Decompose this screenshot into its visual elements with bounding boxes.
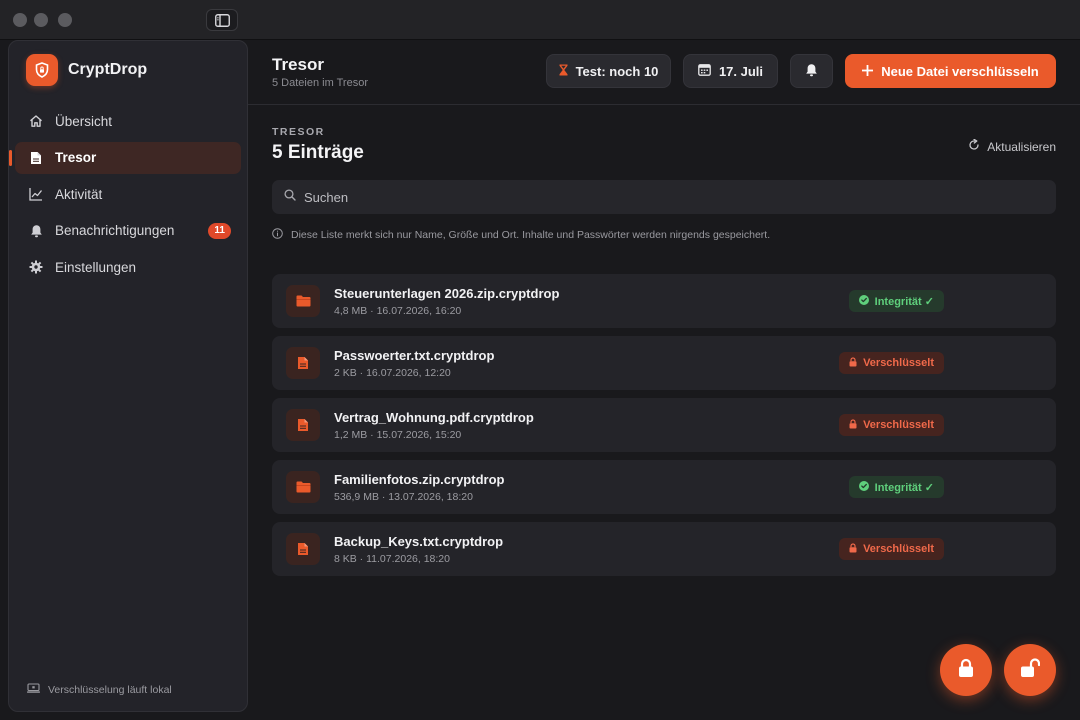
sidebar-item-label: Übersicht — [55, 113, 113, 129]
sidebar-toggle-icon — [215, 14, 230, 27]
lock-icon — [849, 356, 857, 370]
app-name: CryptDrop — [68, 61, 148, 78]
file-meta: 8 KB · 11.07.2026, 18:20 — [334, 553, 450, 565]
encrypted-status-badge: Verschlüsselt — [839, 352, 944, 374]
check-badge-icon — [858, 294, 869, 308]
file-row[interactable]: Steuerunterlagen 2026.zip.cryptdrop 4,8 … — [272, 274, 1056, 328]
sidebar-nav: Übersicht Tresor Aktivität Benachrichtig… — [9, 105, 241, 288]
local-encryption-note: Verschlüsselung läuft lokal — [48, 683, 172, 696]
sidebar-item-label: Einstellungen — [55, 259, 137, 275]
file-icon — [286, 533, 320, 565]
bell-icon — [29, 224, 43, 238]
sidebar-item-tresor[interactable]: Tresor — [9, 141, 241, 174]
notifications-button[interactable] — [790, 54, 833, 88]
lock-fab-button[interactable] — [940, 644, 992, 696]
sidebar-item-label: Benachrichtigungen — [55, 223, 175, 238]
sidebar-toggle-button[interactable] — [206, 9, 238, 31]
status-label: Integrität ✓ — [874, 481, 934, 494]
search-icon — [284, 188, 296, 206]
gear-icon — [29, 260, 43, 274]
search-bar[interactable] — [272, 180, 1056, 214]
file-icon — [286, 347, 320, 379]
refresh-icon — [968, 138, 980, 154]
file-name: Vertrag_Wohnung.pdf.cryptdrop — [334, 410, 534, 425]
section-label: TRESOR — [272, 126, 325, 138]
hourglass-icon — [559, 64, 568, 79]
chart-icon — [29, 187, 43, 201]
lock-icon — [849, 418, 857, 432]
encrypted-status-badge: Verschlüsselt — [839, 538, 944, 560]
file-meta: 1,2 MB · 15.07.2026, 15:20 — [334, 429, 462, 441]
trial-status-label: Test: noch 10 — [575, 63, 659, 79]
sidebar-item-benachrichtigungen[interactable]: Benachrichtigungen 11 — [15, 215, 241, 247]
shield-logo-icon — [26, 54, 58, 86]
unlock-fab-button[interactable] — [1004, 644, 1056, 696]
status-label: Verschlüsselt — [863, 543, 934, 555]
app-window: CryptDrop Übersicht Tresor Aktivität Ben… — [0, 0, 1080, 720]
bell-icon — [805, 63, 818, 80]
file-row[interactable]: Familienfotos.zip.cryptdrop 536,9 MB · 1… — [272, 460, 1056, 514]
title-bar — [0, 0, 1080, 40]
file-row[interactable]: Vertrag_Wohnung.pdf.cryptdrop 1,2 MB · 1… — [272, 398, 1056, 452]
check-badge-icon — [858, 480, 869, 494]
file-row[interactable]: Backup_Keys.txt.cryptdrop 8 KB · 11.07.2… — [272, 522, 1056, 576]
sidebar-item-einstellungen[interactable]: Einstellungen — [15, 251, 241, 283]
encrypted-status-badge: Verschlüsselt — [839, 414, 944, 436]
file-list: Steuerunterlagen 2026.zip.cryptdrop 4,8 … — [272, 274, 1056, 584]
page-title: Tresor — [272, 55, 324, 74]
sidebar: CryptDrop Übersicht Tresor Aktivität Ben… — [8, 40, 248, 712]
file-name: Backup_Keys.txt.cryptdrop — [334, 534, 504, 549]
lock-icon — [849, 542, 857, 556]
home-icon — [29, 114, 43, 128]
status-label: Verschlüsselt — [863, 419, 934, 431]
refresh-label: Aktualisieren — [987, 139, 1056, 154]
new-encrypt-label: Neue Datei verschlüsseln — [881, 63, 1039, 79]
page-header: Tresor 5 Dateien im Tresor Test: noch 10… — [248, 40, 1080, 105]
privacy-note-text: Diese Liste merkt sich nur Name, Größe u… — [291, 229, 771, 241]
sidebar-footer: Verschlüsselung läuft lokal — [27, 683, 172, 696]
folder-icon — [286, 285, 320, 317]
file-meta: 2 KB · 16.07.2026, 12:20 — [334, 367, 451, 379]
calendar-icon — [698, 63, 711, 79]
local-device-icon — [27, 683, 40, 696]
unlock-icon — [1020, 657, 1041, 683]
search-input[interactable] — [304, 189, 1004, 205]
integrity-status-badge: Integrität ✓ — [848, 476, 944, 498]
file-name: Familienfotos.zip.cryptdrop — [334, 472, 505, 487]
sidebar-item-label: Tresor — [55, 150, 97, 165]
refresh-button[interactable]: Aktualisieren — [968, 138, 1056, 154]
file-icon — [286, 409, 320, 441]
file-meta: 536,9 MB · 13.07.2026, 18:20 — [334, 491, 473, 503]
new-encrypt-button[interactable]: Neue Datei verschlüsseln — [845, 54, 1056, 88]
sidebar-item-aktivitaet[interactable]: Aktivität — [15, 178, 241, 210]
date-button[interactable]: 17. Juli — [683, 54, 778, 88]
status-label: Integrität ✓ — [874, 295, 934, 308]
maximize-window-button[interactable] — [58, 13, 72, 27]
notification-count-badge: 11 — [208, 222, 231, 239]
file-meta: 4,8 MB · 16.07.2026, 16:20 — [334, 305, 462, 317]
date-label: 17. Juli — [718, 63, 764, 79]
page-subtitle: 5 Dateien im Tresor — [272, 77, 368, 89]
privacy-note: Diese Liste merkt sich nur Name, Größe u… — [272, 228, 770, 242]
minimize-window-button[interactable] — [34, 13, 48, 27]
info-icon — [272, 228, 283, 242]
file-name: Steuerunterlagen 2026.zip.cryptdrop — [334, 286, 560, 301]
lock-icon — [958, 658, 974, 683]
plus-icon — [862, 64, 874, 79]
status-label: Verschlüsselt — [863, 357, 934, 369]
section-title: 5 Einträge — [272, 142, 364, 163]
sidebar-item-uebersicht[interactable]: Übersicht — [15, 105, 241, 137]
file-name: Passwoerter.txt.cryptdrop — [334, 348, 495, 363]
file-row[interactable]: Passwoerter.txt.cryptdrop 2 KB · 16.07.2… — [272, 336, 1056, 390]
file-icon — [29, 151, 43, 165]
sidebar-item-label: Aktivität — [55, 186, 103, 202]
folder-icon — [286, 471, 320, 503]
close-window-button[interactable] — [13, 13, 27, 27]
brand: CryptDrop — [26, 54, 147, 86]
trial-status-button[interactable]: Test: noch 10 — [546, 54, 671, 88]
integrity-status-badge: Integrität ✓ — [848, 290, 944, 312]
